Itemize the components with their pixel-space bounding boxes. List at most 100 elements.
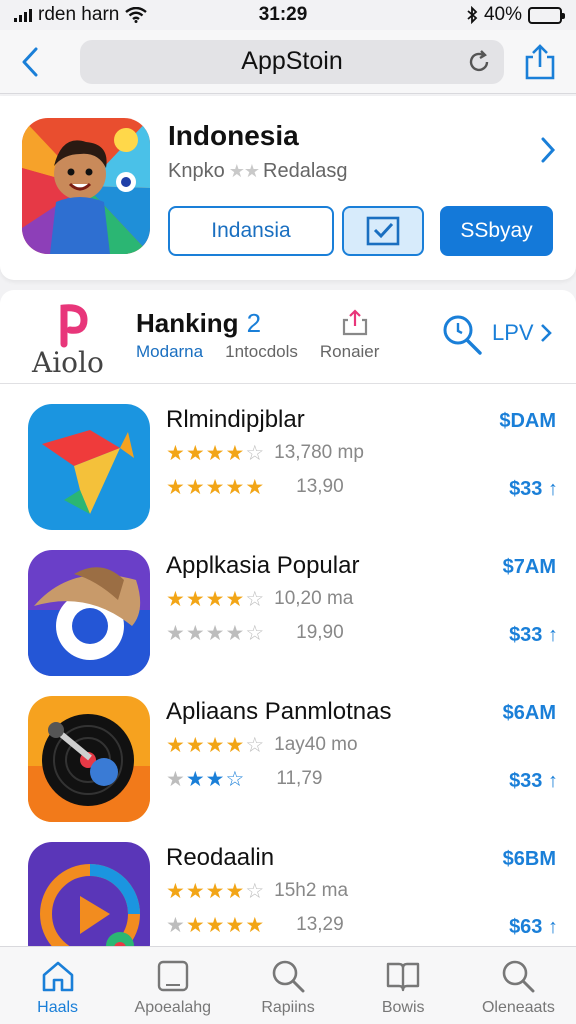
navigation-bar: AppStoin [0, 30, 576, 94]
tab-modarna[interactable]: Modarna [136, 342, 203, 362]
chevron-right-icon [540, 324, 552, 342]
secondary-price-text: $63 [509, 916, 543, 938]
rating-value: 13,90 [296, 476, 344, 497]
list-item[interactable]: Reodaalin $6BM ★ ★ ★ ★ ☆ 15h2 ma ★ ★ ★ ★ ★ 13,29… [0, 824, 576, 946]
tab-home[interactable]: Haals [0, 947, 115, 1024]
ranking-search-button[interactable] [440, 312, 484, 361]
rating-row: ★ ★ ★ ★ ☆ 15h2 ma [166, 880, 348, 902]
secondary-price[interactable]: $33 ↑ [509, 478, 558, 501]
list-item[interactable]: Applkasia Popular $7AM ★ ★ ★ ★ ☆ 10,20 ma ★ ★… [0, 532, 576, 678]
star-rating: ★ ★ ★ ★ ☆ [166, 879, 265, 903]
price-button[interactable]: $6BM [503, 848, 556, 871]
secondary-price[interactable]: $33 ↑ [509, 770, 558, 793]
secondary-price[interactable]: $63 ↑ [509, 916, 558, 939]
price-button[interactable]: $7AM [503, 556, 556, 579]
ranking-tabs: Modarna 1ntocdols Ronaier [136, 342, 379, 362]
rating-row: ★ ★ ★ ★ ☆ 1ay40 mo [166, 734, 358, 756]
tab-search[interactable]: Rapiins [230, 947, 345, 1024]
featured-app-card[interactable]: Indonesia Knpko ★★ Redalasg Indansia SSb… [0, 96, 576, 280]
price-button[interactable]: $6AM [503, 702, 556, 725]
signal-icon [14, 8, 32, 22]
secondary-price-text: $33 [509, 478, 543, 500]
search-icon [272, 960, 305, 993]
ranking-header: Aiolo Hanking 2 Modarna 1ntocdols Ronaier… [0, 290, 576, 384]
tab-ronaier[interactable]: Ronaier [320, 342, 380, 362]
page-title: AppStoin [241, 47, 343, 75]
rating-row: ★ ★ ★ ★ ☆ 13,780 mp [166, 442, 364, 464]
battery-icon [528, 6, 565, 24]
rating-count: 15h2 ma [274, 880, 349, 901]
featured-category: Redalasg [263, 160, 348, 182]
list-item[interactable]: Apliaans Panmlotnas $6AM ★ ★ ★ ★ ☆ 1ay40 mo … [0, 678, 576, 824]
tab-explore[interactable]: Oleneaats [461, 947, 576, 1024]
apps-icon [157, 960, 188, 992]
app-icon [28, 842, 150, 946]
tab-books[interactable]: Bowis [346, 947, 461, 1024]
arrow-up-icon: ↑ [548, 624, 558, 646]
tab-books-label: Bowis [381, 999, 425, 1016]
ranking-logo: Aiolo [32, 304, 112, 379]
star-rating: ★ ★ ★ ★ ☆ [166, 733, 265, 757]
logo-text: Aiolo [32, 346, 104, 379]
share-button[interactable] [518, 40, 562, 84]
star-rating: ★ ★ ★ ★ ★ [166, 475, 265, 499]
app-name: Apliaans Panmlotnas [166, 698, 392, 725]
ranking-count: 2 [246, 308, 262, 338]
price-button[interactable]: $DAM [499, 410, 556, 433]
secondary-price[interactable]: $33 ↑ [509, 624, 558, 647]
wifi-icon [125, 7, 148, 23]
app-icon [28, 404, 150, 530]
ranking-panel: Aiolo Hanking 2 Modarna 1ntocdols Ronaier… [0, 290, 576, 946]
reload-button[interactable] [466, 49, 492, 82]
star-rating: ★ ★ ★ ★ ☆ [166, 441, 265, 465]
rating-value: 19,90 [296, 622, 344, 643]
get-button[interactable]: SSbyay [440, 206, 553, 256]
featured-app-icon [22, 118, 150, 254]
rating-row-secondary: ★ ★ ★ ★ ☆ 19,90 [166, 622, 344, 644]
star-rating: ★ ★ ★ ★ ★ [166, 913, 265, 937]
region-button[interactable]: Indansia [168, 206, 334, 256]
secondary-price-text: $33 [509, 624, 543, 646]
book-icon [387, 962, 420, 992]
app-name: Applkasia Popular [166, 552, 360, 579]
tab-intocdols[interactable]: 1ntocdols [225, 342, 298, 362]
checkbox-icon [366, 216, 400, 246]
featured-app-title: Indonesia [168, 120, 299, 151]
rating-count: 1ay40 mo [274, 734, 358, 755]
ranking-title: Hanking 2 [136, 308, 261, 339]
list-item[interactable]: Rlmindipjblar $DAM ★ ★ ★ ★ ☆ 13,780 mp ★ ★ ★ ★ ★… [0, 386, 576, 532]
logo-mark-icon [60, 304, 88, 348]
select-checkbox-button[interactable] [342, 206, 424, 256]
home-icon [42, 961, 73, 992]
ranking-title-text: Hanking [136, 308, 239, 338]
back-button[interactable] [10, 40, 50, 84]
rating-value: 11,79 [276, 768, 323, 789]
chevron-left-icon [22, 47, 38, 76]
lpv-link[interactable]: LPV [492, 320, 552, 346]
carrier-label: rden harn [38, 4, 120, 25]
featured-detail-button[interactable] [540, 136, 556, 169]
address-bar[interactable]: AppStoin [80, 39, 504, 84]
arrow-up-icon: ↑ [548, 478, 558, 500]
share-icon [525, 43, 555, 79]
app-name: Rlmindipjblar [166, 406, 305, 433]
star-rating: ★ ★ ★ ★ ☆ [166, 587, 265, 611]
rating-row-secondary: ★ ★ ★ ★ ★ 13,90 [166, 476, 344, 498]
ranking-share-button[interactable] [340, 308, 370, 343]
rating-row-secondary: ★ ★ ★ ★ ★ 13,29 [166, 914, 344, 936]
featured-rating-stars: ★★ [228, 161, 260, 181]
tab-explore-label: Oleneaats [481, 999, 555, 1016]
tab-apps[interactable]: Apoealahg [115, 947, 230, 1024]
star-rating: ★ ★ ★ ☆ [166, 767, 245, 791]
tab-apps-label: Apoealahg [134, 999, 212, 1016]
arrow-up-icon: ↑ [548, 916, 558, 938]
app-name: Reodaalin [166, 844, 275, 871]
chevron-right-icon [541, 137, 556, 163]
tab-search-label: Rapiins [261, 999, 315, 1016]
rating-row-secondary: ★ ★ ★ ☆ 11,79 [166, 768, 322, 790]
reload-icon [469, 49, 489, 71]
tab-home-label: Haals [37, 999, 79, 1016]
rating-row: ★ ★ ★ ★ ☆ 10,20 ma [166, 588, 353, 610]
search-icon [443, 315, 482, 355]
featured-app-subtitle: Knpko ★★ Redalasg [168, 160, 348, 183]
